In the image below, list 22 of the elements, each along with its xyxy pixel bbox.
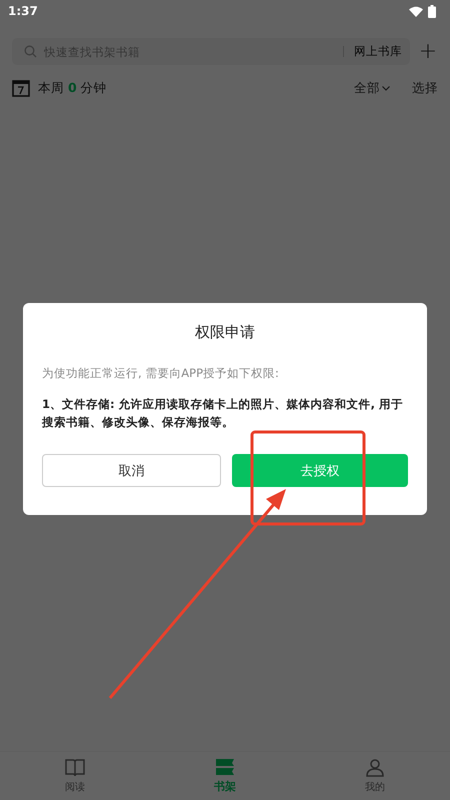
battery-icon [428,4,436,18]
search-icon [24,45,37,58]
book-icon [65,758,85,776]
wifi-icon [409,6,423,16]
dialog-title: 权限申请 [194,323,256,342]
nav-tab[interactable]: 阅读 [0,752,150,800]
online-library-link[interactable]: 网上书库 [351,44,402,59]
filter-dropdown[interactable]: 全部 [354,80,390,96]
weekly-reading-time: 本周 0 分钟 [38,80,107,96]
add-button[interactable]: + [418,40,438,62]
nav-tab[interactable]: 书架 [150,752,300,800]
nav-tab[interactable]: 我的 [300,752,450,800]
books-icon [215,758,235,776]
calendar-icon [12,79,30,97]
authorize-button[interactable]: 去授权 [232,454,408,487]
cancel-button[interactable]: 取消 [42,454,220,487]
status-time: 1:37 [8,4,38,18]
dialog-intro: 为使功能正常运行, 需要向APP授予如下权限: [42,366,280,381]
person-icon [366,758,384,776]
select-button[interactable]: 选择 [412,80,438,96]
chevron-icon [382,86,390,90]
permission-detail: 1、文件存储: 允许应用读取存储卡上的照片、媒体内容和文件, 用于搜索书籍、修改头像、保存海报等。 [42,396,404,431]
